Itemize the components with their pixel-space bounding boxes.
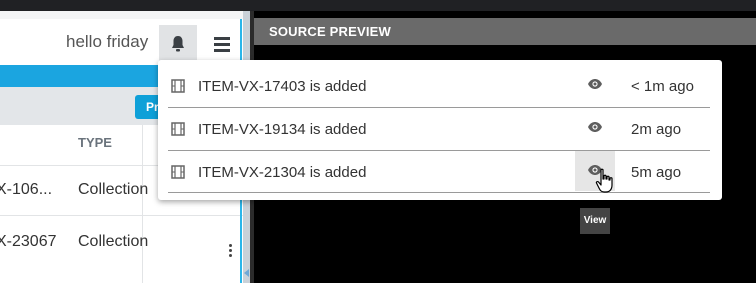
notification-item[interactable]: ITEM-VX-19134 is added 2m ago bbox=[158, 108, 722, 150]
hamburger-menu-icon bbox=[214, 37, 230, 40]
notification-text: ITEM-VX-19134 is added bbox=[198, 121, 367, 138]
column-header-type[interactable]: TYPE bbox=[78, 135, 112, 150]
collapse-arrow-icon[interactable] bbox=[244, 269, 249, 277]
bell-icon bbox=[172, 36, 184, 52]
view-tooltip: View bbox=[580, 208, 610, 234]
app-header: hello friday bbox=[0, 19, 243, 65]
view-button[interactable] bbox=[575, 108, 615, 148]
notification-item[interactable]: ITEM-VX-21304 is added 5m ago bbox=[158, 151, 722, 193]
table-row-type: Collection bbox=[78, 233, 149, 250]
source-preview-header: SOURCE PREVIEW bbox=[254, 18, 756, 45]
eye-icon bbox=[588, 122, 602, 132]
hand-pointer-cursor-icon bbox=[595, 168, 613, 193]
table-row-id[interactable]: X-23067 bbox=[0, 233, 57, 251]
top-strip bbox=[0, 0, 756, 11]
film-icon bbox=[171, 165, 185, 179]
view-button[interactable] bbox=[575, 65, 615, 105]
column-separator bbox=[142, 125, 143, 283]
film-icon bbox=[171, 79, 185, 93]
film-icon bbox=[171, 122, 185, 136]
notifications-button[interactable] bbox=[159, 25, 197, 63]
notification-item[interactable]: ITEM-VX-17403 is added < 1m ago bbox=[158, 65, 722, 107]
user-greeting: hello friday bbox=[66, 32, 149, 51]
source-preview-title: SOURCE PREVIEW bbox=[269, 24, 391, 39]
notification-time: 2m ago bbox=[631, 121, 682, 138]
eye-icon bbox=[588, 79, 602, 89]
notification-time: 5m ago bbox=[631, 164, 682, 181]
row-divider bbox=[0, 215, 243, 216]
notification-text: ITEM-VX-21304 is added bbox=[198, 164, 367, 181]
notification-time: < 1m ago bbox=[631, 78, 694, 95]
notification-text: ITEM-VX-17403 is added bbox=[198, 78, 367, 95]
row-actions-kebab-icon[interactable] bbox=[229, 244, 232, 259]
table-row-type: Collection bbox=[78, 181, 149, 198]
notifications-dropdown: ITEM-VX-17403 is added < 1m ago ITEM-VX-… bbox=[158, 60, 722, 200]
table-row-id[interactable]: X-106... bbox=[0, 181, 52, 199]
notification-divider bbox=[168, 192, 710, 193]
menu-button[interactable] bbox=[203, 25, 241, 63]
